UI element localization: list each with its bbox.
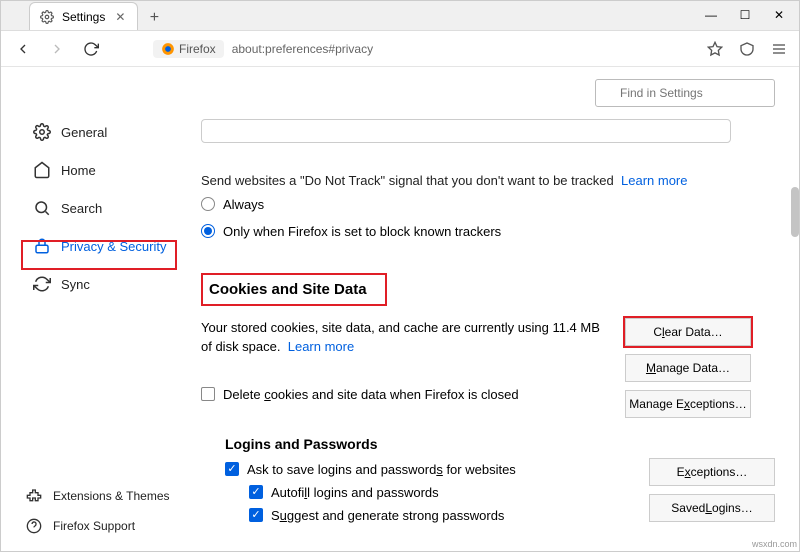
autofill-passwords-row[interactable]: Autofill logins and passwords (249, 481, 625, 504)
home-icon (33, 161, 51, 179)
section-box (201, 119, 731, 143)
scrollbar-thumb[interactable] (791, 187, 799, 237)
dnt-learn-more-link[interactable]: Learn more (621, 173, 687, 188)
autofill-label: Autofill logins and passwords (271, 485, 439, 500)
minimize-button[interactable]: — (695, 3, 727, 27)
sidebar-item-label: Extensions & Themes (53, 489, 170, 503)
address-bar[interactable]: Firefox about:preferences#privacy (153, 40, 695, 58)
manage-data-button[interactable]: Manage Data… (625, 354, 751, 382)
logins-heading: Logins and Passwords (225, 436, 625, 452)
manage-exceptions-button[interactable]: Manage Exceptions… (625, 390, 751, 418)
cookies-heading: Cookies and Site Data (201, 273, 387, 306)
checkbox-checked[interactable] (249, 508, 263, 522)
cookies-learn-more-link[interactable]: Learn more (288, 339, 354, 354)
sidebar-item-general[interactable]: General (25, 117, 191, 147)
delete-on-close-label: Delete cookies and site data when Firefo… (223, 385, 519, 405)
settings-icon (40, 10, 54, 24)
sidebar-support[interactable]: Firefox Support (25, 515, 170, 537)
saved-logins-button[interactable]: Saved Logins… (649, 494, 775, 522)
sidebar-item-label: Firefox Support (53, 519, 135, 533)
close-tab-button[interactable]: ✕ (113, 10, 127, 24)
delete-on-close-checkbox-row[interactable]: Delete cookies and site data when Firefo… (201, 381, 601, 409)
bookmark-star-icon[interactable] (705, 39, 725, 59)
back-button[interactable] (11, 37, 35, 61)
url-text: about:preferences#privacy (232, 42, 373, 56)
puzzle-icon (25, 487, 43, 505)
suggest-passwords-row[interactable]: Suggest and generate strong passwords (249, 504, 625, 527)
logins-exceptions-button[interactable]: Exceptions… (649, 458, 775, 486)
find-in-settings (595, 79, 775, 107)
sidebar-item-home[interactable]: Home (25, 155, 191, 185)
browser-tab[interactable]: Settings ✕ (29, 2, 138, 30)
gear-icon (33, 123, 51, 141)
suggest-label: Suggest and generate strong passwords (271, 508, 504, 523)
sync-icon (33, 275, 51, 293)
dnt-always-option[interactable]: Always (201, 191, 775, 218)
reload-button[interactable] (79, 37, 103, 61)
dnt-text: Send websites a "Do Not Track" signal th… (201, 171, 775, 191)
forward-button[interactable] (45, 37, 69, 61)
ask-save-passwords-row[interactable]: Ask to save logins and passwords for web… (225, 458, 625, 481)
help-icon (25, 517, 43, 535)
dnt-block-option[interactable]: Only when Firefox is set to block known … (201, 218, 775, 245)
sidebar-item-privacy[interactable]: Privacy & Security (25, 231, 191, 261)
radio-unchecked[interactable] (201, 197, 215, 211)
sidebar-item-label: Sync (61, 277, 90, 292)
toolbar: Firefox about:preferences#privacy (1, 31, 799, 67)
sidebar-extensions[interactable]: Extensions & Themes (25, 485, 170, 507)
titlebar: Settings ✕ + — ☐ ✕ (1, 1, 799, 31)
maximize-button[interactable]: ☐ (729, 3, 761, 27)
pocket-icon[interactable] (737, 39, 757, 59)
sidebar-item-sync[interactable]: Sync (25, 269, 191, 299)
app-menu-button[interactable] (769, 39, 789, 59)
close-window-button[interactable]: ✕ (763, 3, 795, 27)
checkbox-unchecked[interactable] (201, 387, 215, 401)
content: General Home Search Privacy & Security S… (1, 67, 799, 551)
new-tab-button[interactable]: + (142, 6, 166, 30)
sidebar-item-label: Search (61, 201, 102, 216)
sidebar: General Home Search Privacy & Security S… (1, 67, 201, 551)
lock-icon (33, 237, 51, 255)
cookies-desc: Your stored cookies, site data, and cach… (201, 318, 601, 409)
watermark: wsxdn.com (752, 539, 797, 549)
clear-data-button[interactable]: Clear Data… (625, 318, 751, 346)
sidebar-item-label: Privacy & Security (61, 239, 166, 254)
search-icon (33, 199, 51, 217)
firefox-chip: Firefox (153, 40, 224, 58)
sidebar-item-label: General (61, 125, 107, 140)
ask-save-label: Ask to save logins and passwords for web… (247, 462, 516, 477)
checkbox-checked[interactable] (249, 485, 263, 499)
firefox-icon (161, 42, 175, 56)
sidebar-item-label: Home (61, 163, 96, 178)
radio-checked[interactable] (201, 224, 215, 238)
tab-title: Settings (62, 10, 105, 24)
sidebar-item-search[interactable]: Search (25, 193, 191, 223)
main-panel: Send websites a "Do Not Track" signal th… (201, 67, 799, 551)
chip-label: Firefox (179, 42, 216, 56)
find-input[interactable] (595, 79, 775, 107)
checkbox-checked[interactable] (225, 462, 239, 476)
window-controls: — ☐ ✕ (695, 3, 795, 27)
